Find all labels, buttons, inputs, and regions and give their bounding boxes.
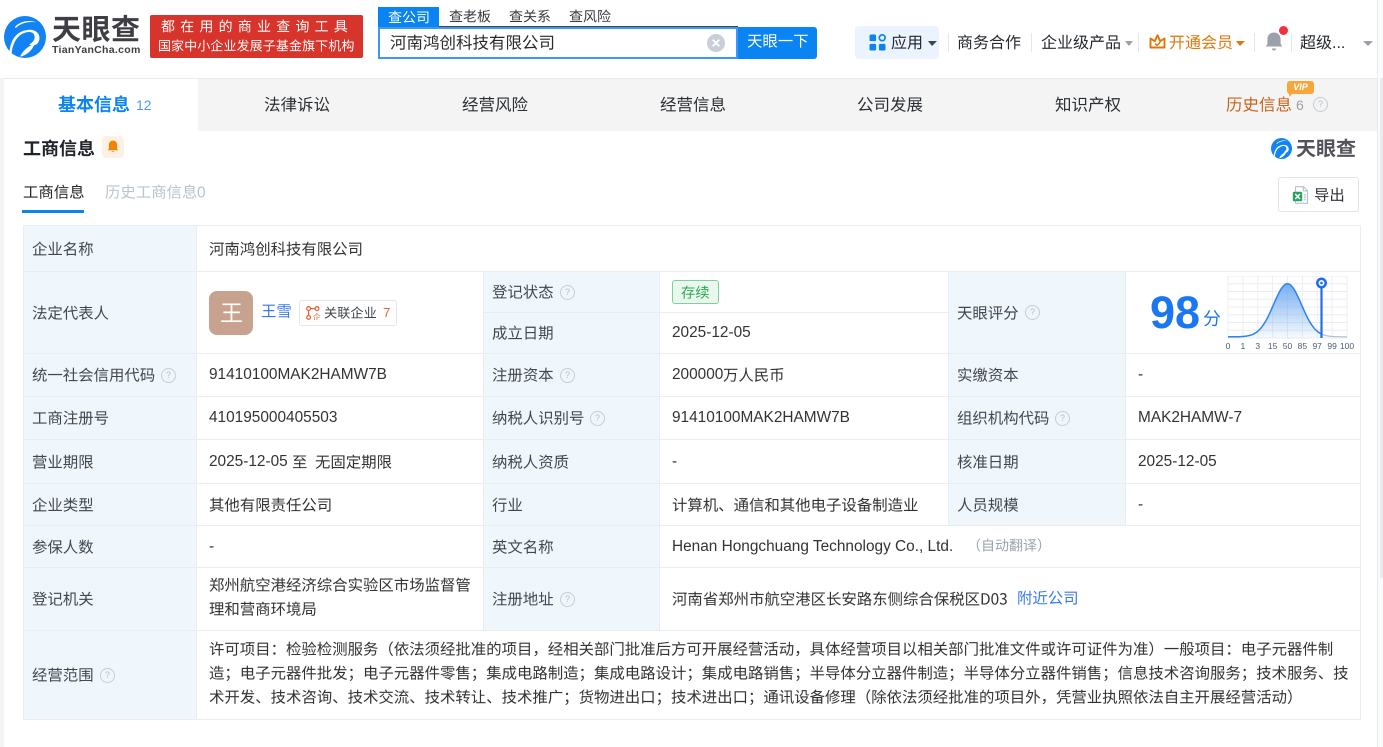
svg-text:99: 99: [1327, 341, 1337, 351]
svg-text:15: 15: [1268, 341, 1278, 351]
svg-text:50: 50: [1283, 341, 1293, 351]
svg-text:85: 85: [1298, 341, 1308, 351]
svg-text:0: 0: [1226, 341, 1231, 351]
svg-text:1: 1: [1241, 341, 1246, 351]
svg-text:97: 97: [1312, 341, 1322, 351]
svg-text:100: 100: [1340, 341, 1354, 351]
svg-text:3: 3: [1255, 341, 1260, 351]
